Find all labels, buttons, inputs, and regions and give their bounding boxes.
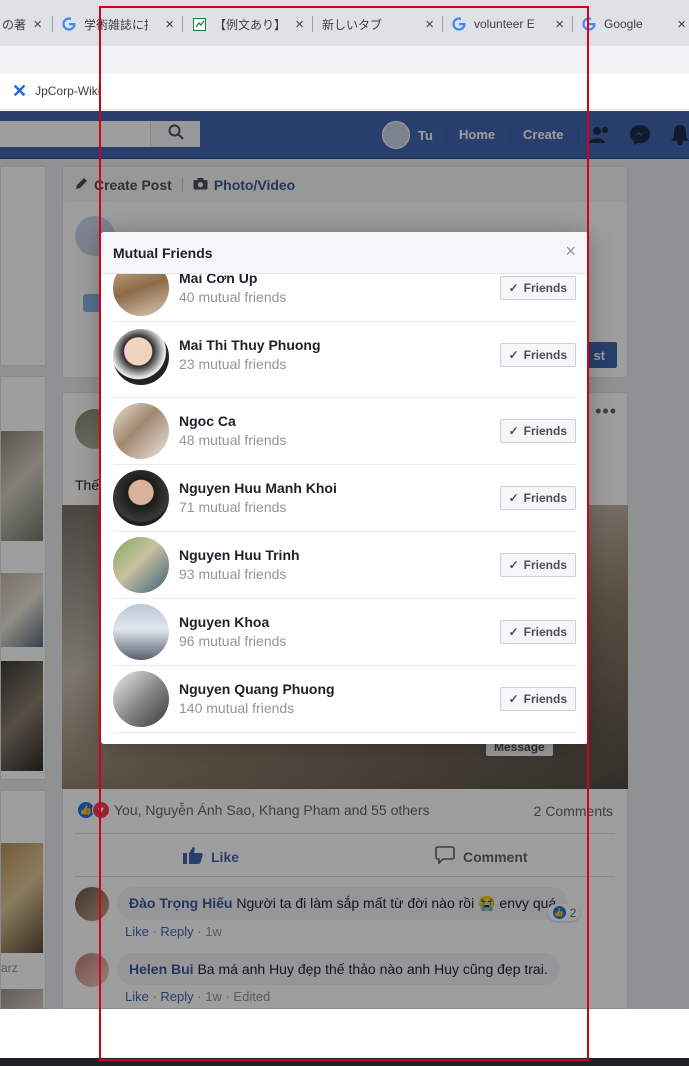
list-item: Nguyen Huu Trinh 93 mutual friends ✓ Frie… [113,532,576,599]
mutual-count[interactable]: 71 mutual friends [179,499,286,515]
friends-list[interactable]: Mai Cơn Up 40 mutual friends ✓ Friends Ma… [101,274,588,744]
google-g-icon [452,17,466,31]
check-icon: ✓ [508,692,519,706]
check-icon: ✓ [508,558,519,572]
close-icon[interactable]: × [555,16,564,33]
list-item: Mai Cơn Up 40 mutual friends ✓ Friends [113,274,576,322]
avatar[interactable] [113,671,169,727]
tab-label: 学術雑誌に掲 [84,17,148,32]
close-icon[interactable]: × [425,16,434,33]
address-bar[interactable] [0,46,689,74]
friend-name[interactable]: Mai Thi Thuy Phuong [179,337,321,353]
tab-label: 【例文あり】願 [214,17,284,32]
avatar[interactable] [113,604,169,660]
google-g-icon [582,17,596,31]
mutual-friends-dialog: Mutual Friends × Mai Cơn Up 40 mutual fr… [101,232,588,744]
list-item: Mai Thi Thuy Phuong 23 mutual friends ✓ F… [113,322,576,398]
mutual-count[interactable]: 93 mutual friends [179,566,286,582]
friends-button-label: Friends [523,491,567,505]
avatar[interactable] [113,470,169,526]
close-icon[interactable]: × [565,242,576,260]
friends-button[interactable]: ✓ Friends [499,419,576,443]
friends-button-label: Friends [523,281,567,295]
friends-button-label: Friends [523,558,567,572]
friend-name[interactable]: Nguyen Huu Trinh [179,547,300,563]
browser-tab[interactable]: 学術雑誌に掲 × [56,8,180,40]
taskbar-edge [0,1058,689,1066]
friends-button[interactable]: ✓ Friends [499,553,576,577]
friends-button[interactable]: ✓ Friends [499,343,576,367]
check-icon: ✓ [508,625,519,639]
list-item: Nguyen Huu Manh Khoi 71 mutual friends ✓… [113,465,576,532]
browser-tab[interactable]: 新しいタブ × [316,8,440,40]
friend-name[interactable]: Nguyen Khoa [179,614,269,630]
browser-tab[interactable]: volunteer E × [446,8,570,40]
tab-label: volunteer E [474,17,535,31]
avatar[interactable] [113,537,169,593]
friends-button-label: Friends [523,625,567,639]
bookmark-label: JpCorp-Wiki [35,84,101,98]
browser-tab-strip: の著 × 学術雑誌に掲 × 【例文あり】願 × 新しいタブ × voluntee… [0,0,689,46]
friends-button[interactable]: ✓ Friends [499,486,576,510]
friends-button[interactable]: ✓ Friends [499,276,576,300]
friend-name[interactable]: Mai Cơn Up [179,274,257,286]
close-icon[interactable]: × [33,16,42,33]
bookmark-item[interactable]: ✕ JpCorp-Wiki [12,81,101,101]
mutual-count[interactable]: 48 mutual friends [179,432,286,448]
check-icon: ✓ [508,424,519,438]
close-icon[interactable]: × [165,16,174,33]
close-icon[interactable]: × [295,16,304,33]
friends-button-label: Friends [523,348,567,362]
browser-tab[interactable]: Google × [576,8,689,40]
friend-name[interactable]: Nguyen Huu Manh Khoi [179,480,337,496]
friends-button[interactable]: ✓ Friends [499,620,576,644]
friends-button[interactable]: ✓ Friends [499,687,576,711]
list-item: Ngoc Ca 48 mutual friends ✓ Friends [113,398,576,465]
tab-label: Google [604,17,643,31]
sheet-icon [192,17,206,31]
check-icon: ✓ [508,281,519,295]
confluence-icon: ✕ [12,81,28,101]
browser-tab[interactable]: 【例文あり】願 × [186,8,310,40]
avatar[interactable] [113,403,169,459]
mutual-count[interactable]: 23 mutual friends [179,356,286,372]
bookmarks-bar: ✕ JpCorp-Wiki [0,74,689,110]
dialog-title: Mutual Friends [113,245,213,261]
close-icon[interactable]: × [677,16,686,33]
browser-tab[interactable]: の著 × [0,8,48,40]
mutual-count[interactable]: 40 mutual friends [179,289,286,305]
avatar[interactable] [113,329,169,385]
mutual-count[interactable]: 96 mutual friends [179,633,286,649]
mutual-count[interactable]: 140 mutual friends [179,700,294,716]
tab-label: の著 [2,17,27,32]
dialog-header: Mutual Friends × [101,232,588,274]
avatar[interactable] [113,274,169,316]
friends-button-label: Friends [523,424,567,438]
google-g-icon [62,17,76,31]
list-item: Nguyen Khoa 96 mutual friends ✓ Friends [113,599,576,666]
friend-name[interactable]: Ngoc Ca [179,413,236,429]
friend-name[interactable]: Nguyen Quang Phuong [179,681,335,697]
check-icon: ✓ [508,491,519,505]
check-icon: ✓ [508,348,519,362]
list-item: Nguyen Quang Phuong 140 mutual friends ✓… [113,666,576,733]
page-bottom-area [0,1009,689,1058]
tab-label: 新しいタブ [322,17,383,32]
friends-button-label: Friends [523,692,567,706]
